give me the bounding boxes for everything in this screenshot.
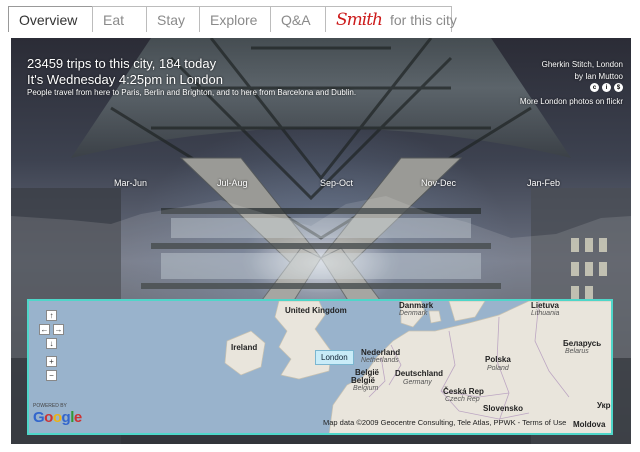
map-label-belgie-2: België (351, 376, 376, 385)
map-label-moldova: Moldova (573, 420, 606, 429)
tab-smith-for-this-city[interactable]: Smith for this city (325, 6, 457, 32)
tab-explore[interactable]: Explore (199, 6, 271, 32)
tab-qa-label: Q&A (281, 11, 311, 28)
map-pan-up-button[interactable]: ↑ (46, 310, 57, 321)
season-label: Sep-Oct (320, 178, 354, 188)
map-label-belarus: Беларусь (563, 339, 602, 348)
map-sublabel-denmark: Denmark (399, 310, 428, 317)
tab-eat[interactable]: Eat (92, 6, 147, 32)
by-icon[interactable]: i (602, 83, 611, 92)
season-label: Mar-Jun (114, 178, 148, 188)
map-label-slovensko: Slovensko (483, 404, 524, 413)
map-sublabel-deutschland: Germany (403, 379, 432, 386)
tab-overview-label: Overview (19, 11, 78, 28)
local-time-text: It's Wednesday 4:25pm in London (27, 72, 223, 87)
map-label-ireland: Ireland (231, 343, 258, 352)
smith-logo: Smith (336, 9, 383, 30)
google-logo[interactable]: Google (33, 409, 82, 426)
season-label: Jan-Feb (527, 178, 561, 188)
tab-qa[interactable]: Q&A (270, 6, 326, 32)
map-pan-left-button[interactable]: ← (39, 324, 50, 335)
map-label-lietuva: Lietuva (531, 301, 560, 310)
season-label: Jul-Aug (217, 178, 248, 188)
map-graphic (224, 301, 611, 433)
map-zoom-out-button[interactable]: − (46, 370, 57, 381)
map-sublabel-belarus: Belarus (565, 348, 589, 355)
map-sublabel-nederland: Netherlands (361, 357, 399, 364)
cc-icon[interactable]: c (590, 83, 599, 92)
photo-author[interactable]: by Ian Muttoo (575, 72, 623, 81)
more-photos-link[interactable]: More London photos on flickr (520, 97, 623, 106)
map-label-polska: Polska (485, 355, 511, 364)
tab-smith-label: for this city (389, 11, 457, 28)
map-label-nederland: Nederland (361, 348, 401, 357)
map-sublabel-lietuva: Lithuania (531, 310, 560, 317)
map-label-deutschland: Deutschland (395, 369, 444, 378)
season-label: Nov-Dec (421, 178, 457, 188)
map-sublabel-ceska: Czech Rep (445, 396, 480, 403)
map-label-ceska: Česká Rep (443, 387, 484, 396)
tab-stay[interactable]: Stay (146, 6, 200, 32)
map-pan-down-button[interactable]: ↓ (46, 338, 57, 349)
map-label-denmark: Danmark (399, 301, 434, 310)
europe-map[interactable]: ↑ ← → ↓ + − United Kingdom Ireland Danma… (27, 299, 613, 435)
london-marker[interactable]: London (315, 350, 354, 365)
map-label-uk: United Kingdom (285, 306, 347, 315)
map-pan-right-button[interactable]: → (53, 324, 64, 335)
tab-eat-label: Eat (103, 11, 125, 28)
tab-overview[interactable]: Overview (8, 6, 93, 32)
map-sublabel-polska: Poland (487, 365, 509, 372)
travel-info-text: People travel from here to Paris, Berlin… (27, 88, 357, 97)
tab-bar: Overview Eat Stay Explore Q&A Smith for … (8, 6, 457, 32)
map-attribution[interactable]: Map data ©2009 Geocentre Consulting, Tel… (323, 418, 566, 427)
map-sublabel-belgie: Belgium (353, 385, 379, 392)
tab-stay-label: Stay (157, 11, 186, 28)
trips-count-text: 23459 trips to this city, 184 today (27, 56, 217, 71)
map-label-ukraine: Укр (597, 401, 611, 410)
map-zoom-in-button[interactable]: + (46, 356, 57, 367)
tab-explore-label: Explore (210, 11, 258, 28)
photo-title[interactable]: Gherkin Stitch, London (542, 60, 623, 69)
nc-icon[interactable]: $ (614, 83, 623, 92)
license-icons: c i $ (590, 83, 623, 92)
